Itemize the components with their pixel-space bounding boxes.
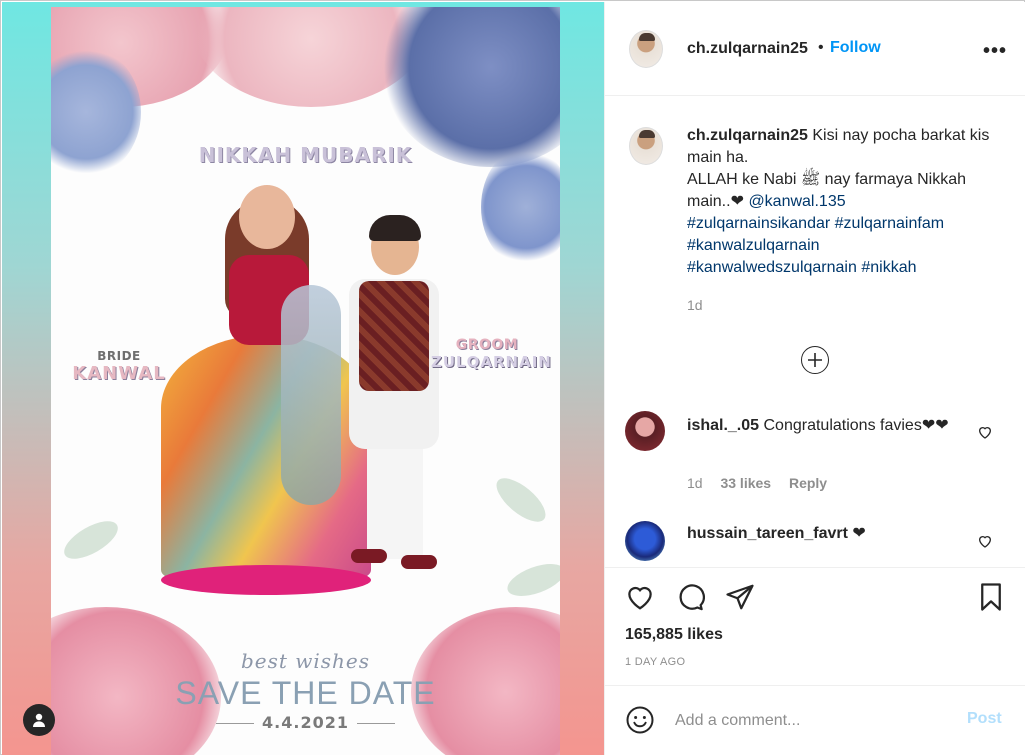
comment-username[interactable]: ishal._.05 — [687, 417, 759, 434]
comment-text: Congratulations favies❤❤ — [763, 417, 949, 434]
avatar[interactable] — [625, 521, 665, 561]
instagram-post-window: NIKKAH MUBARIK BRIDE KANWAL GROOM ZULQAR… — [0, 0, 1025, 755]
comment-bubble-icon[interactable] — [675, 582, 705, 617]
bookmark-icon[interactable] — [976, 582, 1006, 617]
leaf-decoration — [489, 470, 553, 530]
bride-head — [239, 185, 295, 249]
plane-glyph — [726, 584, 754, 610]
list-item: hussain_tareen_favrt ❤ — [687, 523, 866, 543]
like-heart-icon[interactable] — [625, 582, 655, 617]
groom-shoe — [401, 555, 437, 569]
add-comment-bar: Post — [605, 685, 1025, 755]
user-icon[interactable] — [23, 704, 55, 736]
heart-icon[interactable] — [977, 533, 993, 554]
caption-timestamp[interactable]: 1d — [687, 297, 703, 313]
post-actions: 165,885 likes 1 DAY AGO — [605, 567, 1025, 687]
leaf-decoration — [503, 557, 560, 603]
avatar[interactable] — [625, 411, 665, 451]
comment-text: ❤ — [852, 525, 866, 542]
groom-name: ZULQARNAIN — [431, 353, 552, 371]
groom-shoe — [351, 549, 387, 563]
heart-glyph — [978, 427, 992, 439]
emoji-smile-icon[interactable] — [625, 705, 655, 740]
bride-name: KANWAL — [72, 363, 166, 384]
plus-circle-icon[interactable] — [801, 346, 829, 374]
bookmark-glyph — [981, 583, 1001, 611]
post-side-panel: ch.zulqarnain25 • Follow ••• ch.zulqarna… — [604, 2, 1025, 755]
save-the-date-text: SAVE THE DATE — [175, 675, 436, 711]
heart-glyph — [628, 586, 652, 610]
post-media[interactable]: NIKKAH MUBARIK BRIDE KANWAL GROOM ZULQAR… — [2, 2, 604, 755]
hashtag-link[interactable]: #kanwalwedszulqarnain — [687, 259, 857, 276]
likes-count[interactable]: 165,885 likes — [625, 626, 723, 644]
hashtag-link[interactable]: #kanwalzulqarnain — [687, 237, 820, 254]
mention-link[interactable]: @kanwal.135 — [748, 193, 845, 210]
caption-username[interactable]: ch.zulqarnain25 — [687, 127, 808, 144]
smile-glyph — [626, 706, 654, 734]
groom-figure — [331, 215, 451, 579]
heart-icon[interactable] — [977, 424, 993, 445]
groom-small-label: GROOM — [455, 337, 519, 353]
comment-meta: 1d 33 likes Reply — [687, 475, 841, 491]
post-comment-button[interactable]: Post — [967, 710, 1002, 728]
comment-input[interactable] — [675, 708, 945, 734]
post-timestamp[interactable]: 1 DAY AGO — [625, 656, 685, 668]
comment-username[interactable]: hussain_tareen_favrt — [687, 525, 848, 542]
avatar[interactable] — [629, 30, 663, 68]
bubble-glyph — [679, 584, 705, 611]
groom-hair — [369, 215, 421, 241]
comments-section: ch.zulqarnain25 Kisi nay pocha barkat ki… — [605, 97, 1025, 567]
separator-dot: • — [818, 39, 824, 56]
nikkah-mubarik-title: NIKKAH MUBARIK — [198, 143, 413, 167]
caption-text: ch.zulqarnain25 Kisi nay pocha barkat ki… — [687, 125, 992, 279]
caption-avatar[interactable] — [629, 127, 663, 165]
more-options-icon[interactable]: ••• — [983, 40, 1007, 63]
list-item: ishal._.05 Congratulations favies❤❤ — [687, 415, 957, 437]
hashtag-link[interactable]: #zulqarnainsikandar — [687, 215, 830, 232]
post-header: ch.zulqarnain25 • Follow ••• — [605, 2, 1025, 96]
hashtag-link[interactable]: #nikkah — [861, 259, 916, 276]
hashtag-link[interactable]: #zulqarnainfam — [835, 215, 944, 232]
wedding-date: 4.4.2021 — [51, 713, 560, 732]
share-paper-plane-icon[interactable] — [725, 582, 755, 617]
groom-trousers — [367, 439, 423, 559]
reply-button[interactable]: Reply — [789, 475, 827, 491]
person-glyph — [33, 713, 45, 727]
bride-small-label: BRIDE — [97, 349, 141, 363]
bride-label: BRIDE KANWAL — [69, 349, 169, 384]
groom-waistcoat — [359, 281, 429, 391]
plus-glyph — [808, 353, 822, 367]
comment-likes[interactable]: 33 likes — [720, 475, 771, 491]
heart-glyph — [978, 536, 992, 548]
best-wishes-text: best wishes — [240, 649, 371, 673]
header-username[interactable]: ch.zulqarnain25 — [687, 40, 808, 58]
comment-time[interactable]: 1d — [687, 475, 703, 491]
follow-button[interactable]: Follow — [830, 39, 881, 57]
groom-label: GROOM ZULQARNAIN — [431, 337, 552, 371]
invitation-card: NIKKAH MUBARIK BRIDE KANWAL GROOM ZULQAR… — [51, 7, 560, 755]
leaf-decoration — [58, 513, 124, 567]
